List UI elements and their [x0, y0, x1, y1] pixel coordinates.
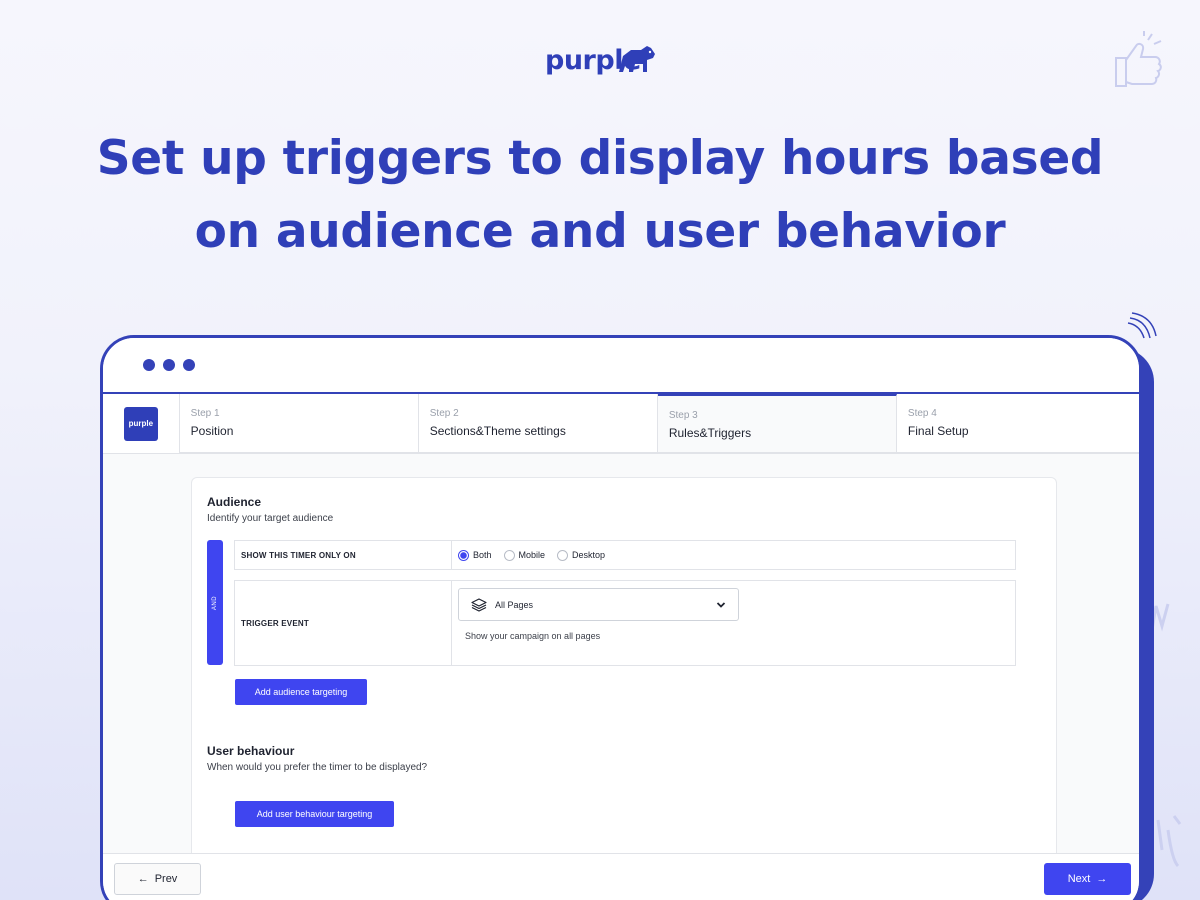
step-number: Step 2	[429, 408, 459, 419]
radio-label: Both	[473, 550, 492, 560]
step-1-tab[interactable]: Step 1 Position	[179, 394, 419, 453]
step-label: Final Setup	[907, 424, 969, 438]
bear-logo-icon	[619, 46, 655, 72]
step-3-tab[interactable]: Step 3 Rules&Triggers	[657, 394, 897, 453]
step-label: Position	[190, 424, 234, 438]
audience-header: Audience Identify your target audience	[207, 495, 333, 524]
mini-brand-logo: purple	[123, 406, 158, 441]
step-4-tab[interactable]: Step 4 Final Setup	[896, 394, 1139, 453]
radio-desktop[interactable]: Desktop	[557, 549, 606, 561]
device-rule-row: SHOW THIS TIMER ONLY ON Both Mobile Desk…	[234, 540, 1016, 570]
behaviour-header: User behaviour When would you prefer the…	[207, 744, 427, 773]
device-rule-label: SHOW THIS TIMER ONLY ON	[235, 541, 452, 569]
add-user-behaviour-targeting-button[interactable]: Add user behaviour targeting	[235, 801, 394, 827]
radio-button[interactable]	[557, 549, 569, 561]
step-navigation: purple Step 1 Position Step 2 Sections&T…	[103, 394, 1139, 454]
add-audience-targeting-button[interactable]: Add audience targeting	[235, 679, 367, 705]
trigger-event-select[interactable]: All Pages	[458, 588, 739, 621]
radio-button[interactable]	[503, 549, 515, 561]
radio-button-selected[interactable]	[458, 549, 469, 561]
window-dot	[163, 359, 175, 371]
audience-title: Audience	[207, 495, 262, 509]
trigger-event-value: All Pages	[495, 599, 534, 610]
device-radio-group: Both Mobile Desktop	[452, 541, 605, 569]
thumbs-up-icon	[1115, 31, 1162, 87]
rules-card: Audience Identify your target audience A…	[191, 477, 1057, 877]
headline-line-2: on audience and user behavior	[194, 204, 1006, 259]
and-label: AND	[211, 595, 218, 610]
window-dot	[183, 359, 195, 371]
behaviour-subtitle: When would you prefer the timer to be di…	[207, 762, 428, 773]
trigger-rule-row: TRIGGER EVENT All Pages Show your campai…	[234, 580, 1016, 666]
step-logo-cell: purple	[103, 394, 180, 453]
prev-button[interactable]: ← Prev	[114, 863, 201, 895]
step-number: Step 3	[668, 410, 698, 421]
chevron-down-icon	[716, 601, 726, 608]
headline: Set up triggers to display hours based o…	[0, 122, 1200, 268]
and-connector: AND	[207, 540, 223, 665]
arrow-right-icon: →	[1096, 873, 1108, 885]
step-label: Rules&Triggers	[668, 426, 752, 440]
behaviour-title: User behaviour	[207, 744, 295, 758]
window-dot	[143, 359, 155, 371]
trigger-rule-label: TRIGGER EVENT	[235, 581, 452, 665]
step-label: Sections&Theme settings	[429, 424, 566, 438]
squiggle-decoration-2	[1156, 815, 1182, 868]
app-window: purple Step 1 Position Step 2 Sections&T…	[100, 335, 1142, 900]
brand-logo: purple	[545, 40, 657, 80]
wizard-footer: ← Prev Next →	[103, 853, 1139, 900]
radio-label: Mobile	[518, 550, 546, 560]
arrow-left-icon: ←	[137, 873, 149, 885]
step-2-tab[interactable]: Step 2 Sections&Theme settings	[418, 394, 658, 453]
radio-label: Desktop	[572, 550, 606, 560]
radio-mobile[interactable]: Mobile	[503, 549, 546, 561]
next-button[interactable]: Next →	[1044, 863, 1131, 895]
prev-label: Prev	[154, 873, 178, 885]
trigger-helper-text: Show your campaign on all pages	[465, 631, 601, 641]
audience-subtitle: Identify your target audience	[207, 513, 334, 524]
step-number: Step 4	[907, 408, 937, 419]
signal-waves-icon	[1127, 312, 1157, 339]
window-titlebar	[103, 338, 1139, 394]
radio-both[interactable]: Both	[458, 549, 492, 561]
step-number: Step 1	[190, 408, 220, 419]
next-label: Next	[1067, 873, 1091, 885]
layers-icon	[471, 597, 487, 612]
headline-line-1: Set up triggers to display hours based	[96, 131, 1104, 186]
